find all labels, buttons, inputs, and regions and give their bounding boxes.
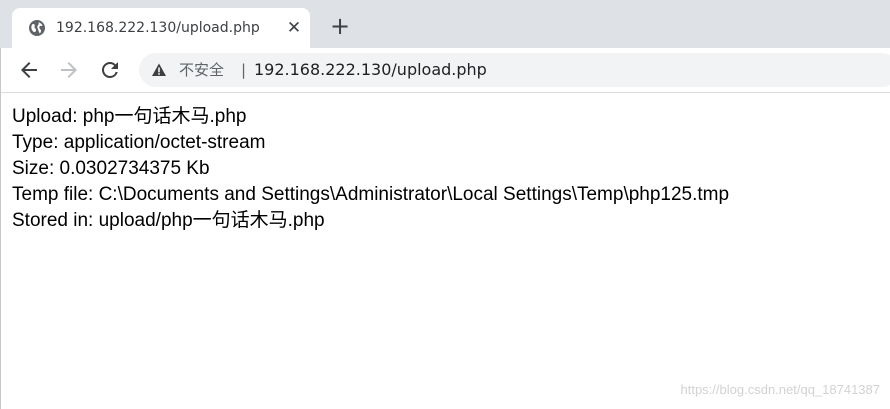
globe-icon [29, 20, 45, 36]
warning-triangle-icon[interactable] [151, 62, 167, 78]
window-left-border [0, 48, 1, 409]
address-bar[interactable]: 不安全 | 192.168.222.130/upload.php [139, 53, 890, 87]
page-content: Upload: php一句话木马.php Type: application/o… [12, 104, 729, 234]
url-text[interactable]: 192.168.222.130/upload.php [254, 60, 487, 80]
file-type-line: Type: application/octet-stream [12, 132, 266, 153]
temp-file-line: Temp file: C:\Documents and Settings\Adm… [12, 184, 730, 205]
reload-icon[interactable] [98, 58, 122, 82]
address-separator: | [241, 61, 247, 79]
upload-name-line: Upload: php一句话木马.php [12, 106, 247, 127]
watermark: https://blog.csdn.net/qq_18741387 [680, 382, 881, 397]
security-label[interactable]: 不安全 [179, 60, 224, 80]
stored-path-line: Stored in: upload/php一句话木马.php [12, 210, 325, 231]
tab-close-icon[interactable]: ✕ [284, 18, 304, 38]
tab-upload[interactable]: 192.168.222.130/upload.php ✕ [12, 8, 310, 48]
file-size-line: Size: 0.0302734375 Kb [12, 158, 210, 179]
tab-title: 192.168.222.130/upload.php [56, 20, 260, 36]
toolbar: 不安全 | 192.168.222.130/upload.php [0, 48, 890, 93]
new-tab-button[interactable]: + [327, 13, 353, 39]
forward-arrow-icon[interactable] [57, 58, 81, 82]
browser-window: 192.168.222.130/upload.php ✕ + 不安全 | 192… [0, 0, 890, 409]
tab-strip: 192.168.222.130/upload.php ✕ + [0, 0, 890, 48]
back-arrow-icon[interactable] [17, 58, 41, 82]
